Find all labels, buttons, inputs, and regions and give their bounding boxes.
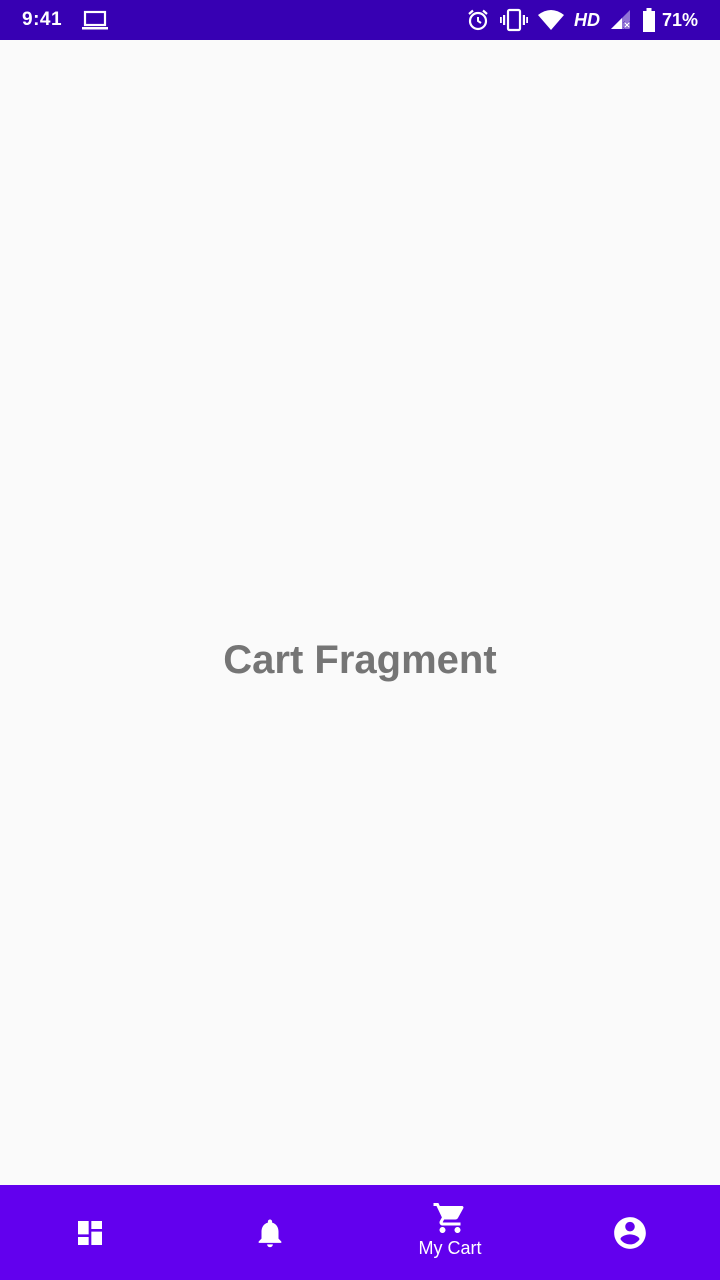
bell-icon [253, 1216, 287, 1250]
signal-icon [610, 9, 632, 31]
status-time: 9:41 [22, 9, 63, 30]
nav-item-cart[interactable]: My Cart [360, 1185, 540, 1280]
cart-icon [432, 1200, 468, 1236]
network-type: HD [573, 9, 600, 30]
dashboard-icon [74, 1217, 106, 1249]
wifi-icon [537, 9, 564, 31]
fragment-container: Cart Fragment [0, 40, 720, 1185]
nav-item-dashboard[interactable] [0, 1185, 180, 1280]
bottom-navigation: My Cart [0, 1185, 720, 1280]
nav-item-account[interactable] [540, 1185, 720, 1280]
nav-label-cart: My Cart [418, 1238, 482, 1258]
status-right: HD 71% [466, 0, 698, 40]
battery-percent: 71% [661, 9, 698, 30]
fragment-title: Cart Fragment [223, 638, 497, 682]
status-left: 9:41 [22, 0, 109, 40]
battery-icon [642, 8, 656, 32]
account-circle-icon [611, 1214, 649, 1252]
nav-item-notifications[interactable] [180, 1185, 360, 1280]
alarm-icon [466, 8, 490, 32]
vibrate-icon [499, 8, 528, 32]
status-bar: 9:41 HD 71% [0, 0, 720, 40]
laptop-icon [82, 9, 109, 31]
